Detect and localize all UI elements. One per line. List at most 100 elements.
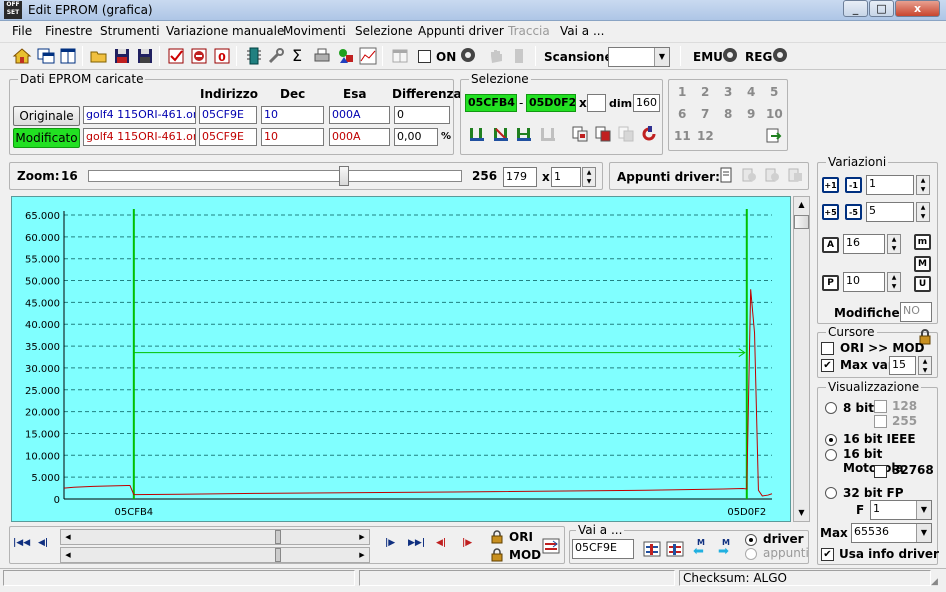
a-button[interactable]: A (822, 237, 839, 253)
modificato-dec-field[interactable]: 10 (261, 128, 324, 146)
a-value-field[interactable]: 16 (843, 234, 885, 254)
menu-movimenti[interactable]: Movimenti (283, 24, 346, 38)
a-value-spinner[interactable]: ▲ ▼ (887, 234, 901, 254)
menu-variazione-manuale[interactable]: Variazione manuale (166, 24, 284, 38)
swap-icon[interactable] (541, 536, 561, 556)
save-as-icon[interactable] (135, 46, 155, 66)
originale-dec-field[interactable]: 10 (261, 106, 324, 124)
menu-vai-a[interactable]: Vai a ... (560, 24, 604, 38)
home-icon[interactable] (12, 46, 32, 66)
graph-icon[interactable] (358, 46, 378, 66)
chart-vscroll[interactable]: ▲ ▼ (793, 196, 810, 522)
step1-field[interactable]: 1 (866, 175, 914, 195)
p-value-spinner[interactable]: ▲ ▼ (887, 272, 901, 292)
first-icon[interactable]: |◀◀ (13, 538, 30, 548)
p-value-field[interactable]: 10 (843, 272, 885, 292)
clipboard-icon[interactable] (717, 166, 735, 184)
modificato-button[interactable]: Modificato (13, 128, 80, 148)
goto-mod-icon[interactable] (665, 539, 685, 559)
m-big-button[interactable]: M (914, 256, 931, 272)
plus5-button[interactable]: +5 (822, 204, 839, 220)
resize-grip-icon[interactable]: ◢ (931, 577, 938, 587)
hscroll-bottom[interactable]: ◀ ▶ (60, 547, 370, 563)
dim-field[interactable]: 160 (633, 94, 660, 112)
minimize-button[interactable]: _ (843, 0, 868, 17)
originale-esa-field[interactable]: 000A (329, 106, 390, 124)
v32768-checkbox[interactable] (874, 465, 887, 478)
max-var-spinner[interactable]: ▲ ▼ (918, 356, 932, 375)
modificato-file-field[interactable]: golf4 115ORI-461.ori (83, 128, 196, 146)
hscroll-top[interactable]: ◀ ▶ (60, 529, 370, 545)
minus1-button[interactable]: -1 (845, 177, 862, 193)
max-var-field[interactable]: 15 (889, 356, 916, 375)
goto-ori-icon[interactable] (642, 539, 662, 559)
select-mid-icon[interactable] (491, 124, 511, 144)
windows-icon[interactable] (36, 46, 56, 66)
ori-mod-checkbox[interactable] (821, 342, 834, 355)
zoom-mult-spinner[interactable]: ▲ ▼ (582, 167, 596, 187)
selezione-from-field[interactable]: 05CFB4 (465, 94, 517, 112)
chip-icon[interactable] (244, 46, 264, 66)
usa-info-checkbox[interactable]: ✔ (821, 548, 834, 561)
reg-indicator-icon[interactable] (772, 47, 788, 63)
maximize-button[interactable]: □ (869, 0, 894, 17)
shapes-icon[interactable] (336, 46, 356, 66)
select-start-icon[interactable] (467, 124, 487, 144)
zoom-slider-thumb[interactable] (338, 166, 349, 186)
originale-file-field[interactable]: golf4 115ORI-461.ori (83, 106, 196, 124)
menu-strumenti[interactable]: Strumenti (100, 24, 160, 38)
menu-appunti-driver[interactable]: Appunti driver (418, 24, 504, 38)
minus5-button[interactable]: -5 (845, 204, 862, 220)
step5-field[interactable]: 5 (866, 202, 914, 222)
hscroll-top-right-icon[interactable]: ▶ (355, 530, 369, 544)
prev-diff-icon[interactable]: ◀| (436, 538, 446, 548)
zoom-value-field[interactable]: 179 (503, 167, 537, 187)
hscroll-bottom-right-icon[interactable]: ▶ (355, 548, 369, 562)
next-icon[interactable]: |▶ (385, 538, 395, 548)
scroll-down-icon[interactable]: ▼ (794, 505, 809, 521)
m-small-button[interactable]: m (914, 234, 931, 250)
arrow-left-icon[interactable]: ⬅ (693, 544, 704, 559)
zoom-slider-track[interactable] (88, 170, 462, 182)
numpad-tool-icon[interactable] (765, 127, 783, 145)
f-chevron-down-icon[interactable]: ▼ (916, 501, 931, 519)
radio-16bit-ieee[interactable] (825, 434, 837, 446)
next-diff-icon[interactable]: |▶ (462, 538, 472, 548)
originale-indirizzo-field[interactable]: 05CF9E (199, 106, 257, 124)
max-chevron-down-icon[interactable]: ▼ (916, 524, 931, 542)
hscroll-top-left-icon[interactable]: ◀ (61, 530, 75, 544)
panel-icon[interactable] (58, 46, 78, 66)
modificato-esa-field[interactable]: 000A (329, 128, 390, 146)
scroll-up-icon[interactable]: ▲ (794, 197, 809, 213)
chart-area[interactable]: 65.000 60.000 55.000 50.000 45.000 40.000 35.0… (11, 196, 791, 522)
step1-spinner[interactable]: ▲ ▼ (916, 175, 930, 195)
menu-file[interactable]: File (12, 24, 32, 38)
chevron-down-icon[interactable]: ▼ (654, 48, 669, 66)
max-var-checkbox[interactable]: ✔ (821, 359, 834, 372)
originale-differenza-field[interactable]: 0 (394, 106, 450, 124)
zoom-mult-field[interactable]: 1 (551, 167, 581, 187)
sum-icon[interactable]: Σ (292, 46, 302, 65)
selezione-x-field[interactable] (587, 94, 606, 112)
menu-finestre[interactable]: Finestre (45, 24, 92, 38)
wrench-icon[interactable] (266, 46, 286, 66)
print-icon[interactable] (312, 46, 332, 66)
menu-selezione[interactable]: Selezione (355, 24, 413, 38)
check-icon[interactable] (166, 46, 186, 66)
close-button[interactable]: x (895, 0, 940, 17)
radio-16bit-motorola[interactable] (825, 449, 837, 461)
paste-sel-icon[interactable] (593, 124, 613, 144)
modificato-differenza-field[interactable]: 0,00 (394, 128, 438, 146)
ori-label[interactable]: ORI (509, 530, 533, 544)
mod-label[interactable]: MOD (509, 548, 541, 562)
scroll-thumb[interactable] (794, 215, 809, 229)
open-folder-icon[interactable] (89, 46, 109, 66)
refresh-icon[interactable] (639, 124, 659, 144)
p-button[interactable]: P (822, 275, 839, 291)
on-checkbox[interactable] (418, 50, 431, 63)
radio-8bit[interactable] (825, 402, 837, 414)
save-icon[interactable] (112, 46, 132, 66)
step5-spinner[interactable]: ▲ ▼ (916, 202, 930, 222)
radio-32bit-fp[interactable] (825, 487, 837, 499)
emu-indicator-icon[interactable] (722, 47, 738, 63)
